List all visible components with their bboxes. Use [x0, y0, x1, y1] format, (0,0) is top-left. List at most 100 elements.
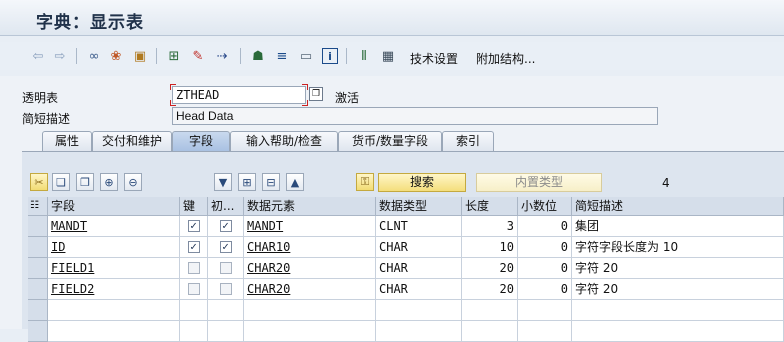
edit-icon[interactable]: ✎ [190, 48, 206, 64]
row-selector[interactable] [28, 321, 48, 342]
column-header-length[interactable]: 长度 [462, 197, 518, 216]
data-type-cell[interactable]: CLNT [376, 216, 462, 237]
row-selector[interactable] [28, 216, 48, 237]
empty-cell[interactable] [462, 321, 518, 342]
key-checkbox[interactable] [180, 279, 208, 300]
empty-cell[interactable] [462, 300, 518, 321]
key-checkbox[interactable]: ✓ [180, 216, 208, 237]
decimals-cell[interactable]: 0 [518, 237, 572, 258]
tab-fields[interactable]: 字段 [172, 131, 230, 151]
cut-icon[interactable]: ✂ [30, 173, 48, 191]
data-type-cell[interactable]: CHAR [376, 237, 462, 258]
empty-cell[interactable] [244, 321, 376, 342]
sort-down-icon[interactable]: ▼ [214, 173, 232, 191]
column-header-decimals[interactable]: 小数位 [518, 197, 572, 216]
info-icon[interactable]: i [322, 48, 338, 64]
table-name-field[interactable]: ZTHEAD [172, 86, 306, 104]
key-checkbox[interactable]: ✓ [180, 237, 208, 258]
length-cell[interactable]: 20 [462, 279, 518, 300]
key-checkbox-box[interactable] [187, 282, 200, 295]
initial-checkbox-box[interactable]: ✓ [219, 219, 232, 232]
initial-checkbox[interactable]: ✓ [208, 237, 244, 258]
empty-cell[interactable] [518, 300, 572, 321]
initial-checkbox-box[interactable] [219, 261, 232, 274]
column-header-data-element[interactable]: 数据元素 [244, 197, 376, 216]
back-arrow-icon[interactable]: ⇦ [30, 48, 46, 64]
select-all-icon[interactable]: ☷ [28, 197, 48, 216]
empty-cell[interactable] [244, 300, 376, 321]
initial-checkbox[interactable] [208, 279, 244, 300]
delete-row-icon[interactable]: ⊖ [124, 173, 142, 191]
stack-icon[interactable]: ≡ [274, 48, 290, 64]
tab-indexes[interactable]: 索引 [442, 131, 494, 151]
data-element-cell[interactable]: CHAR20 [244, 258, 376, 279]
activate-icon[interactable]: ▣ [132, 48, 148, 64]
empty-cell[interactable] [180, 321, 208, 342]
field-name-cell[interactable]: FIELD2 [48, 279, 180, 300]
export-icon[interactable]: ⇢ [214, 48, 230, 64]
table-icon[interactable]: ▦ [380, 48, 396, 64]
where-used-icon[interactable]: ⊞ [166, 48, 182, 64]
key-checkbox[interactable] [180, 258, 208, 279]
column-header-key[interactable]: 键 [180, 197, 208, 216]
insert-row-icon[interactable]: ⊕ [100, 173, 118, 191]
field-name-cell[interactable]: FIELD1 [48, 258, 180, 279]
key-checkbox-box[interactable]: ✓ [187, 240, 200, 253]
row-selector[interactable] [28, 258, 48, 279]
append-structure-button[interactable]: 附加结构... [476, 50, 535, 67]
short-desc-field[interactable]: Head Data [172, 107, 658, 125]
column-header-field[interactable]: 字段 [48, 197, 180, 216]
length-cell[interactable]: 3 [462, 216, 518, 237]
hierarchy-icon[interactable]: ☗ [250, 48, 266, 64]
decimals-cell[interactable]: 0 [518, 279, 572, 300]
other-object-icon[interactable]: ❀ [108, 48, 124, 64]
copy-icon[interactable]: ❐ [309, 87, 323, 101]
search-button[interactable]: 搜索 [378, 173, 466, 192]
short-desc-cell[interactable]: 集团 [572, 216, 784, 237]
short-desc-cell[interactable]: 字符 20 [572, 279, 784, 300]
empty-cell[interactable] [572, 321, 784, 342]
decimals-cell[interactable]: 0 [518, 216, 572, 237]
empty-cell[interactable] [208, 321, 244, 342]
decimals-cell[interactable]: 0 [518, 258, 572, 279]
tab-currency-quantity-fields[interactable]: 货币/数量字段 [338, 131, 442, 151]
tab-attributes[interactable]: 属性 [42, 131, 92, 151]
empty-cell[interactable] [376, 300, 462, 321]
column-header-initial[interactable]: 初... [208, 197, 244, 216]
empty-cell[interactable] [208, 300, 244, 321]
empty-cell[interactable] [572, 300, 784, 321]
paste-row-icon[interactable]: ❐ [76, 173, 94, 191]
initial-checkbox-box[interactable] [219, 282, 232, 295]
data-type-cell[interactable]: CHAR [376, 258, 462, 279]
tab-input-help-check[interactable]: 输入帮助/检查 [230, 131, 338, 151]
column-header-data-type[interactable]: 数据类型 [376, 197, 462, 216]
initial-checkbox[interactable] [208, 258, 244, 279]
data-element-cell[interactable]: CHAR20 [244, 279, 376, 300]
data-element-cell[interactable]: MANDT [244, 216, 376, 237]
key-checkbox-box[interactable]: ✓ [187, 219, 200, 232]
short-desc-cell[interactable]: 字符 20 [572, 258, 784, 279]
key-checkbox-box[interactable] [187, 261, 200, 274]
empty-cell[interactable] [518, 321, 572, 342]
empty-cell[interactable] [180, 300, 208, 321]
empty-cell[interactable] [376, 321, 462, 342]
length-cell[interactable]: 20 [462, 258, 518, 279]
length-cell[interactable]: 10 [462, 237, 518, 258]
field-name-cell[interactable]: MANDT [48, 216, 180, 237]
collapse-icon[interactable]: ⊟ [262, 173, 280, 191]
glasses-icon[interactable]: ∞ [86, 48, 102, 64]
row-selector[interactable] [28, 279, 48, 300]
row-selector[interactable] [28, 237, 48, 258]
data-element-cell[interactable]: CHAR10 [244, 237, 376, 258]
tab-delivery-maintenance[interactable]: 交付和维护 [92, 131, 172, 151]
copy-row-icon[interactable]: ❏ [52, 173, 70, 191]
column-header-short-desc[interactable]: 简短描述 [572, 197, 784, 216]
tech-settings-button[interactable]: 技术设置 [410, 50, 458, 67]
empty-cell[interactable] [48, 321, 180, 342]
forward-arrow-icon[interactable]: ⇨ [52, 48, 68, 64]
key-icon[interactable]: ⚿ [356, 173, 374, 191]
empty-cell[interactable] [48, 300, 180, 321]
columns-icon[interactable]: ⦀ [356, 48, 372, 64]
initial-checkbox[interactable]: ✓ [208, 216, 244, 237]
layout-icon[interactable]: ▭ [298, 48, 314, 64]
